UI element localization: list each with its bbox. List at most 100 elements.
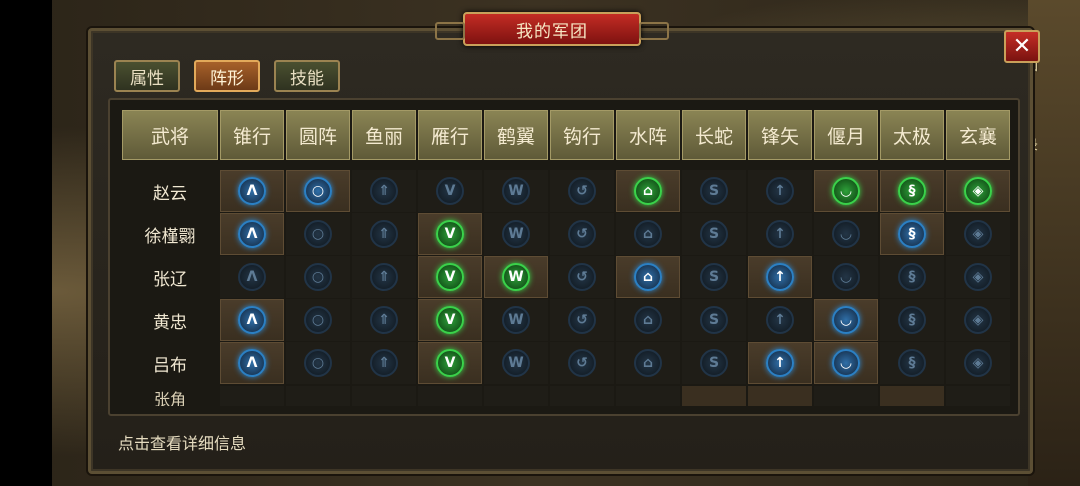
formation-cell[interactable]: ○ xyxy=(286,170,350,212)
table-row[interactable]: 徐槿翾 Λ ○ ⇑ V W ↺ ⌂ S ↑ ◡ § ◈ xyxy=(122,213,1010,255)
tab-attributes[interactable]: 属性 xyxy=(114,60,180,92)
formation-cell[interactable]: ⌂ xyxy=(616,299,680,341)
header-formation: 玄襄 xyxy=(946,110,1010,160)
table-row[interactable]: 张辽 Λ ○ ⇑ V W ↺ ⌂ S ↑ ◡ § ◈ xyxy=(122,256,1010,298)
formation-cell[interactable]: § xyxy=(880,299,944,341)
formation-cell[interactable] xyxy=(286,386,350,406)
header-formation: 长蛇 xyxy=(682,110,746,160)
formation-icon: ↑ xyxy=(766,349,794,377)
table-row[interactable]: 黄忠 Λ ○ ⇑ V W ↺ ⌂ S ↑ ◡ § ◈ xyxy=(122,299,1010,341)
formation-cell[interactable]: Λ xyxy=(220,299,284,341)
formation-cell[interactable]: V xyxy=(418,213,482,255)
tab-skills[interactable]: 技能 xyxy=(274,60,340,92)
formation-icon: ⌂ xyxy=(634,220,662,248)
formation-cell[interactable]: ⌂ xyxy=(616,170,680,212)
formation-cell[interactable] xyxy=(352,386,416,406)
formation-cell[interactable]: ○ xyxy=(286,256,350,298)
formation-cell[interactable]: ◡ xyxy=(814,342,878,384)
formation-cell[interactable]: ○ xyxy=(286,342,350,384)
formation-cell[interactable]: ⇑ xyxy=(352,170,416,212)
formation-cell[interactable]: S xyxy=(682,299,746,341)
formation-cell[interactable]: S xyxy=(682,213,746,255)
formation-cell[interactable]: § xyxy=(880,170,944,212)
formation-cell[interactable] xyxy=(682,386,746,406)
formation-cell[interactable]: ○ xyxy=(286,299,350,341)
formation-icon: ◈ xyxy=(964,220,992,248)
formation-cell[interactable]: ↑ xyxy=(748,256,812,298)
formation-cell[interactable]: ⇑ xyxy=(352,299,416,341)
formation-icon: § xyxy=(898,349,926,377)
formation-cell[interactable]: ◈ xyxy=(946,299,1010,341)
formation-icon: ⌂ xyxy=(634,177,662,205)
formation-cell[interactable]: § xyxy=(880,342,944,384)
formation-cell[interactable]: Λ xyxy=(220,170,284,212)
header-formation: 太极 xyxy=(880,110,944,160)
formation-cell[interactable]: ⇑ xyxy=(352,213,416,255)
formation-cell[interactable]: W xyxy=(484,342,548,384)
formation-cell[interactable]: ↑ xyxy=(748,170,812,212)
formation-cell[interactable]: V xyxy=(418,299,482,341)
formation-cell[interactable] xyxy=(946,386,1010,406)
formation-icon: ⇑ xyxy=(370,306,398,334)
formation-cell[interactable] xyxy=(220,386,284,406)
formation-cell[interactable]: ↺ xyxy=(550,299,614,341)
formation-icon: W xyxy=(502,263,530,291)
formation-cell[interactable]: ◡ xyxy=(814,256,878,298)
formation-cell[interactable]: W xyxy=(484,256,548,298)
formation-cell[interactable]: ↑ xyxy=(748,299,812,341)
formation-cell[interactable]: § xyxy=(880,213,944,255)
formation-cell[interactable]: ↑ xyxy=(748,213,812,255)
formation-icon: ↺ xyxy=(568,306,596,334)
formation-cell[interactable]: Λ xyxy=(220,256,284,298)
formation-cell[interactable]: ◈ xyxy=(946,213,1010,255)
formation-cell[interactable]: ◡ xyxy=(814,299,878,341)
formation-cell[interactable]: Λ xyxy=(220,213,284,255)
formation-cell[interactable]: ◡ xyxy=(814,213,878,255)
formation-cell[interactable]: W xyxy=(484,213,548,255)
table-row[interactable]: 赵云 Λ ○ ⇑ V W ↺ ⌂ S ↑ ◡ § ◈ xyxy=(122,170,1010,212)
formation-icon: ⌂ xyxy=(634,306,662,334)
formation-cell[interactable]: ◈ xyxy=(946,256,1010,298)
formation-icon: W xyxy=(502,349,530,377)
formation-icon: S xyxy=(700,220,728,248)
formation-icon: V xyxy=(436,263,464,291)
formation-cell[interactable]: § xyxy=(880,256,944,298)
formation-cell[interactable] xyxy=(418,386,482,406)
close-button[interactable]: ✕ xyxy=(1004,30,1040,63)
formation-cell[interactable]: Λ xyxy=(220,342,284,384)
formation-cell[interactable]: ⌂ xyxy=(616,256,680,298)
formation-cell[interactable]: S xyxy=(682,342,746,384)
formation-cell[interactable] xyxy=(748,386,812,406)
formation-cell[interactable]: V xyxy=(418,170,482,212)
formation-cell[interactable] xyxy=(880,386,944,406)
formation-cell[interactable]: ↺ xyxy=(550,256,614,298)
formation-cell[interactable]: S xyxy=(682,170,746,212)
formation-cell[interactable]: ⌂ xyxy=(616,342,680,384)
formation-cell[interactable] xyxy=(484,386,548,406)
formation-cell[interactable]: ⇑ xyxy=(352,342,416,384)
table-row-partial[interactable]: 张角 xyxy=(122,386,1010,406)
formation-cell[interactable]: W xyxy=(484,170,548,212)
formation-cell[interactable]: ○ xyxy=(286,213,350,255)
formation-cell[interactable]: ↑ xyxy=(748,342,812,384)
tab-formation[interactable]: 阵形 xyxy=(194,60,260,92)
formation-cell[interactable]: ◈ xyxy=(946,170,1010,212)
formation-cell[interactable]: ⌂ xyxy=(616,213,680,255)
formation-cell[interactable]: ⇑ xyxy=(352,256,416,298)
formation-icon: W xyxy=(502,177,530,205)
formation-cell[interactable] xyxy=(616,386,680,406)
formation-cell[interactable]: ↺ xyxy=(550,170,614,212)
formation-cell[interactable]: V xyxy=(418,256,482,298)
formation-cell[interactable]: ↺ xyxy=(550,213,614,255)
formation-cell[interactable]: S xyxy=(682,256,746,298)
formation-cell[interactable] xyxy=(814,386,878,406)
formation-icon: ◡ xyxy=(832,263,860,291)
formation-cell[interactable] xyxy=(550,386,614,406)
formation-cell[interactable]: ◈ xyxy=(946,342,1010,384)
formation-cell[interactable]: W xyxy=(484,299,548,341)
formation-icon: Λ xyxy=(238,349,266,377)
formation-cell[interactable]: ↺ xyxy=(550,342,614,384)
formation-cell[interactable]: V xyxy=(418,342,482,384)
formation-cell[interactable]: ◡ xyxy=(814,170,878,212)
table-row[interactable]: 吕布 Λ ○ ⇑ V W ↺ ⌂ S ↑ ◡ § ◈ xyxy=(122,342,1010,384)
